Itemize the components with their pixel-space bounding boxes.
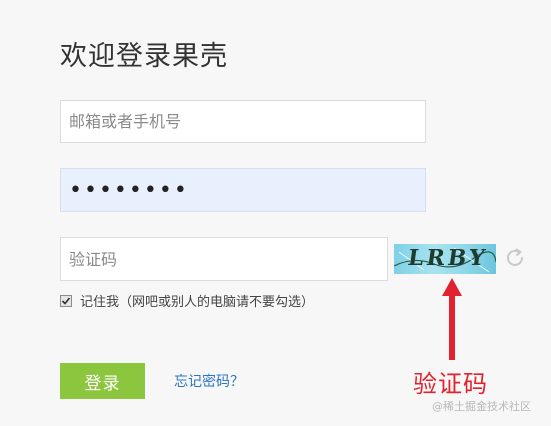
refresh-icon[interactable] [503,246,527,270]
email-or-phone-input[interactable] [60,100,426,143]
watermark: @稀土掘金技术社区 [432,400,531,413]
up-arrow-icon [442,278,462,360]
checkmark-icon [61,296,71,305]
login-button[interactable]: 登录 [60,363,145,399]
page-title: 欢迎登录果壳 [60,41,228,72]
forgot-password-link[interactable]: 忘记密码？ [174,371,244,391]
remember-label: 记住我（网吧或别人的电脑请不要勾选） [80,295,315,310]
annotation-label: 验证码 [413,370,488,398]
remember-checkbox[interactable] [60,294,72,307]
captcha-input[interactable] [60,237,388,281]
captcha-text: LRBY [406,245,490,271]
captcha-image[interactable]: LRBY [394,244,496,274]
remember-me: 记住我（网吧或别人的电脑请不要勾选） [60,291,314,310]
password-input[interactable] [60,168,426,212]
